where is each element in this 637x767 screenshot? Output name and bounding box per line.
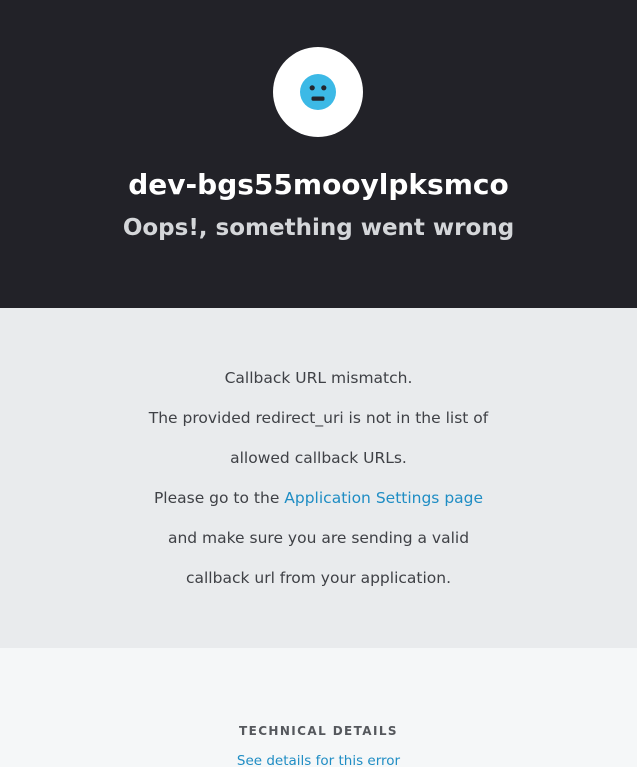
message-line-1: Callback URL mismatch. xyxy=(224,369,413,387)
error-subtitle: Oops!, something went wrong xyxy=(122,215,515,241)
message-line-3: allowed callback URLs. xyxy=(230,449,407,467)
message-line-6: callback url from your application. xyxy=(185,569,452,587)
error-message-panel: Callback URL mismatch. The provided redi… xyxy=(0,308,637,648)
sad-face-icon xyxy=(300,74,336,110)
application-settings-link[interactable]: Application Settings page xyxy=(284,489,483,507)
technical-details-row: See details for this error xyxy=(0,751,637,767)
avatar xyxy=(273,47,363,137)
message-line-4-prefix: Please go to the xyxy=(153,489,285,507)
message-line-2: The provided redirect_uri is not in the … xyxy=(148,409,489,427)
technical-details-section: TECHNICAL DETAILS See details for this e… xyxy=(0,648,637,767)
technical-details-title: TECHNICAL DETAILS xyxy=(239,724,398,738)
error-page: dev-bgs55mooylpksmco Oops!, something we… xyxy=(0,0,637,767)
tenant-name: dev-bgs55mooylpksmco xyxy=(128,168,509,201)
message-line-5: and make sure you are sending a valid xyxy=(167,529,470,547)
error-message: Callback URL mismatch. The provided redi… xyxy=(0,358,637,598)
error-header: dev-bgs55mooylpksmco Oops!, something we… xyxy=(0,0,637,308)
see-error-details-link[interactable]: See details for this error xyxy=(237,753,400,767)
message-line-4: Please go to the Application Settings pa… xyxy=(0,478,637,518)
